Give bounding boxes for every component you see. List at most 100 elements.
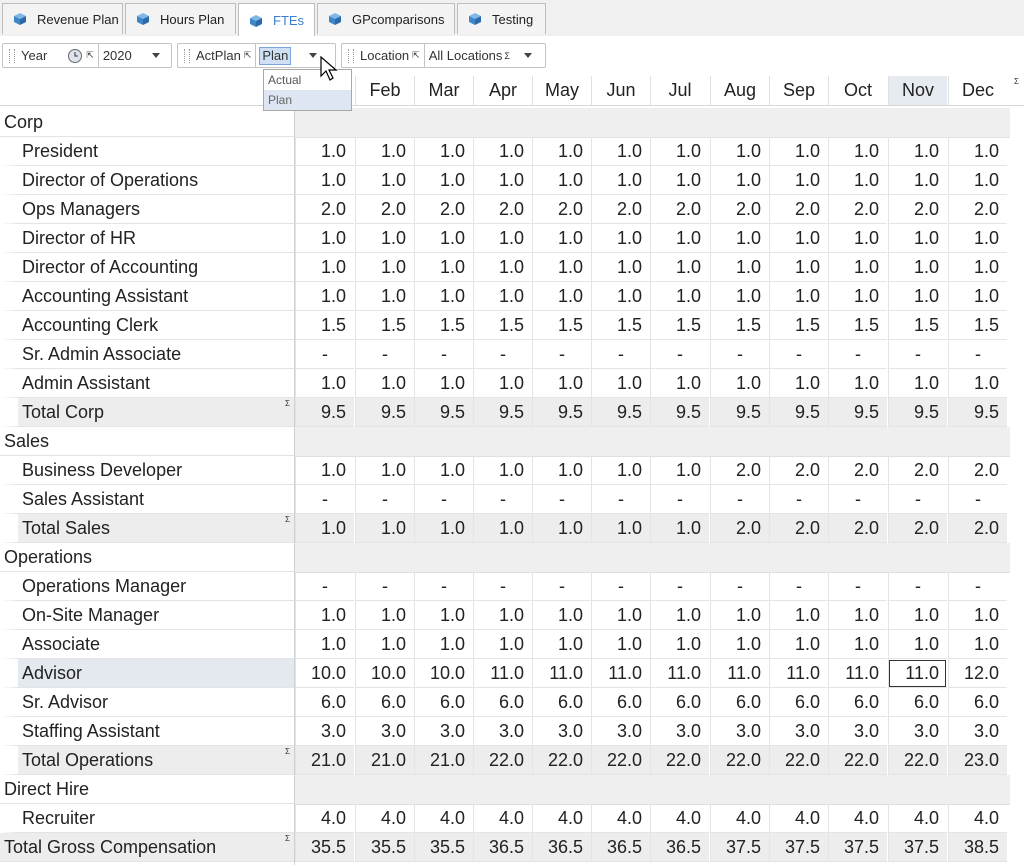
table-cell[interactable]: 2.0 <box>769 456 828 485</box>
table-cell[interactable]: 1.0 <box>948 630 1007 659</box>
table-cell[interactable]: 2.0 <box>710 456 769 485</box>
table-cell[interactable]: 1.0 <box>473 166 532 195</box>
table-cell[interactable]: 4.0 <box>532 804 591 833</box>
table-cell[interactable]: 1.0 <box>948 166 1007 195</box>
table-cell[interactable]: 1.0 <box>948 224 1007 253</box>
table-cell[interactable]: - <box>888 572 947 601</box>
table-cell[interactable]: 1.0 <box>591 166 650 195</box>
table-cell[interactable]: 1.0 <box>948 601 1007 630</box>
table-cell[interactable]: 36.5 <box>532 833 591 862</box>
table-cell[interactable]: 3.0 <box>295 717 354 746</box>
row-label[interactable]: Total Gross Compensation <box>0 833 294 862</box>
table-cell[interactable]: 6.0 <box>295 688 354 717</box>
table-cell[interactable]: 21.0 <box>414 746 473 775</box>
table-cell[interactable]: 1.0 <box>473 514 532 543</box>
tab-gpcomparisons[interactable]: GPcomparisons <box>317 3 455 34</box>
table-cell[interactable]: 2.0 <box>888 456 947 485</box>
month-header-jul[interactable]: Jul <box>650 76 709 105</box>
table-cell[interactable]: 6.0 <box>888 688 947 717</box>
table-cell[interactable]: - <box>828 340 887 369</box>
table-cell[interactable]: - <box>769 485 828 514</box>
table-cell[interactable]: 1.0 <box>650 253 709 282</box>
table-cell[interactable]: 1.0 <box>650 166 709 195</box>
table-cell[interactable]: 10.0 <box>414 659 473 688</box>
table-cell[interactable]: 10.0 <box>295 659 354 688</box>
table-cell[interactable]: 1.0 <box>414 253 473 282</box>
table-cell[interactable]: - <box>710 572 769 601</box>
table-cell[interactable]: 1.5 <box>591 311 650 340</box>
table-cell[interactable]: 3.0 <box>710 717 769 746</box>
table-cell[interactable]: - <box>414 485 473 514</box>
table-cell[interactable]: 1.0 <box>650 514 709 543</box>
table-cell[interactable]: - <box>888 485 947 514</box>
table-cell[interactable]: 1.0 <box>591 514 650 543</box>
table-cell[interactable]: 4.0 <box>473 804 532 833</box>
table-cell[interactable]: 1.0 <box>414 456 473 485</box>
table-cell[interactable]: - <box>532 485 591 514</box>
table-cell[interactable]: 4.0 <box>710 804 769 833</box>
table-cell[interactable]: 3.0 <box>355 717 414 746</box>
table-cell[interactable]: 1.0 <box>355 601 414 630</box>
table-cell[interactable]: 1.0 <box>414 630 473 659</box>
table-cell[interactable]: 3.0 <box>591 717 650 746</box>
table-cell[interactable]: 4.0 <box>769 804 828 833</box>
table-cell[interactable]: 4.0 <box>828 804 887 833</box>
table-cell[interactable]: 1.0 <box>650 630 709 659</box>
table-cell[interactable]: 3.0 <box>888 717 947 746</box>
table-cell[interactable]: 6.0 <box>769 688 828 717</box>
table-cell[interactable]: 37.5 <box>769 833 828 862</box>
table-cell[interactable]: 36.5 <box>591 833 650 862</box>
table-cell[interactable]: 2.0 <box>888 514 947 543</box>
clock-icon[interactable] <box>67 48 83 64</box>
table-cell[interactable]: 9.5 <box>532 398 591 427</box>
table-cell[interactable]: - <box>948 485 1007 514</box>
table-cell[interactable]: 4.0 <box>650 804 709 833</box>
location-value[interactable]: All Locations <box>429 48 503 63</box>
location-filter[interactable]: Location ⇱ All Locations Σ <box>341 43 546 68</box>
row-label[interactable]: Business Developer <box>0 456 294 485</box>
month-header-apr[interactable]: Apr <box>473 76 532 105</box>
table-cell[interactable]: 2.0 <box>710 514 769 543</box>
table-cell[interactable]: - <box>591 340 650 369</box>
table-cell[interactable]: 9.5 <box>414 398 473 427</box>
tab-ftes[interactable]: FTEs <box>238 3 315 37</box>
table-cell[interactable]: 1.5 <box>769 311 828 340</box>
table-cell[interactable]: 1.0 <box>473 456 532 485</box>
table-cell[interactable]: 11.0 <box>473 659 532 688</box>
table-cell[interactable]: - <box>473 572 532 601</box>
table-cell[interactable]: 1.0 <box>473 601 532 630</box>
table-cell[interactable]: 1.0 <box>828 137 887 166</box>
chevron-down-icon[interactable] <box>524 53 532 58</box>
actplan-value[interactable]: Plan <box>259 46 292 65</box>
table-cell[interactable]: 22.0 <box>473 746 532 775</box>
table-cell[interactable]: 1.0 <box>650 282 709 311</box>
table-cell[interactable]: 9.5 <box>591 398 650 427</box>
table-cell[interactable]: 1.0 <box>355 282 414 311</box>
table-cell[interactable]: 1.0 <box>295 369 354 398</box>
table-cell[interactable]: 2.0 <box>355 195 414 224</box>
table-cell[interactable]: 11.0 <box>888 659 947 688</box>
table-cell[interactable]: 11.0 <box>591 659 650 688</box>
actplan-filter[interactable]: ActPlan ⇱ Plan <box>177 43 336 68</box>
table-cell[interactable]: 11.0 <box>650 659 709 688</box>
table-cell[interactable]: 1.0 <box>532 456 591 485</box>
table-cell[interactable]: 9.5 <box>355 398 414 427</box>
table-cell[interactable]: 1.5 <box>650 311 709 340</box>
table-cell[interactable]: 22.0 <box>710 746 769 775</box>
table-cell[interactable]: 1.0 <box>532 253 591 282</box>
table-cell[interactable]: - <box>888 340 947 369</box>
table-cell[interactable]: - <box>948 340 1007 369</box>
row-label[interactable]: Sr. Advisor <box>0 688 294 717</box>
table-cell[interactable]: - <box>650 485 709 514</box>
row-label[interactable]: Total Corp <box>0 398 294 427</box>
table-cell[interactable]: - <box>828 572 887 601</box>
table-cell[interactable]: 1.5 <box>828 311 887 340</box>
month-header-jun[interactable]: Jun <box>591 76 650 105</box>
table-cell[interactable]: 2.0 <box>295 195 354 224</box>
table-cell[interactable]: 1.0 <box>710 224 769 253</box>
table-cell[interactable]: 1.0 <box>532 282 591 311</box>
table-cell[interactable]: 3.0 <box>414 717 473 746</box>
table-cell[interactable]: 1.0 <box>948 253 1007 282</box>
table-cell[interactable]: 1.0 <box>769 369 828 398</box>
table-cell[interactable]: 36.5 <box>650 833 709 862</box>
